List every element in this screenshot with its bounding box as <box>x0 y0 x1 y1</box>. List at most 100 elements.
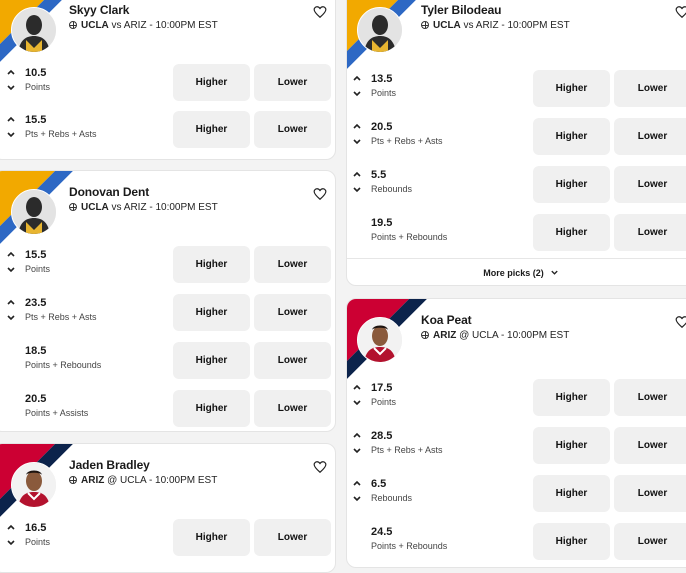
lower-button[interactable]: Lower <box>614 214 686 251</box>
player-name[interactable]: Tyler Bilodeau <box>421 3 502 17</box>
higher-button[interactable]: Higher <box>173 246 250 283</box>
lower-button[interactable]: Lower <box>254 519 331 556</box>
expand-chevron-icon[interactable] <box>352 121 362 151</box>
expand-chevron-icon[interactable] <box>6 67 16 97</box>
expand-chevron-icon[interactable] <box>352 382 362 412</box>
game-info: UCLA vs ARIZ - 10:00PM EST <box>69 202 218 213</box>
team-abbr: UCLA <box>81 20 109 31</box>
stat-type: Rebounds <box>371 184 413 194</box>
higher-button[interactable]: Higher <box>533 166 610 203</box>
player-avatar <box>11 189 57 235</box>
expand-chevron-icon[interactable] <box>6 297 16 327</box>
pick-row: 20.5 Points + Assists Higher Lower <box>0 390 335 428</box>
expand-chevron-icon[interactable] <box>352 478 362 508</box>
lower-button[interactable]: Lower <box>614 118 686 155</box>
higher-button[interactable]: Higher <box>533 427 610 464</box>
lower-button[interactable]: Lower <box>254 342 331 379</box>
lower-button[interactable]: Lower <box>254 64 331 101</box>
stat-type: Points <box>371 397 397 407</box>
lower-button[interactable]: Lower <box>254 390 331 427</box>
favorite-heart-icon[interactable] <box>313 460 327 474</box>
stat-type: Points <box>371 88 397 98</box>
line-value: 15.5 <box>25 114 47 126</box>
pick-row: 6.5 Rebounds Higher Lower <box>347 475 686 513</box>
higher-button[interactable]: Higher <box>533 70 610 107</box>
higher-button[interactable]: Higher <box>533 475 610 512</box>
line-value: 23.5 <box>25 297 47 309</box>
expand-chevron-icon[interactable] <box>6 522 16 552</box>
higher-button[interactable]: Higher <box>533 379 610 416</box>
line-value: 28.5 <box>371 430 393 442</box>
game-info: UCLA vs ARIZ - 10:00PM EST <box>69 20 218 31</box>
player-name[interactable]: Jaden Bradley <box>69 458 150 472</box>
team-abbr: UCLA <box>81 202 109 213</box>
player-name[interactable]: Koa Peat <box>421 313 472 327</box>
matchup-time: vs ARIZ - 10:00PM EST <box>460 20 570 31</box>
expand-chevron-icon[interactable] <box>352 430 362 460</box>
pick-row: 24.5 Points + Rebounds Higher Lower <box>347 523 686 561</box>
lower-button[interactable]: Lower <box>614 379 686 416</box>
pick-row: 20.5 Pts + Rebs + Asts Higher Lower <box>347 118 686 156</box>
game-info: UCLA vs ARIZ - 10:00PM EST <box>421 20 570 31</box>
pick-row: 19.5 Points + Rebounds Higher Lower <box>347 214 686 252</box>
team-abbr: UCLA <box>433 20 461 31</box>
stat-type: Points + Rebounds <box>25 360 102 370</box>
lower-button[interactable]: Lower <box>254 111 331 148</box>
stat-type: Pts + Rebs + Asts <box>25 312 97 322</box>
team-abbr: ARIZ <box>433 330 457 341</box>
line-value: 20.5 <box>25 393 47 405</box>
lower-button[interactable]: Lower <box>614 166 686 203</box>
higher-button[interactable]: Higher <box>173 64 250 101</box>
stat-type: Pts + Rebs + Asts <box>25 129 97 139</box>
player-card: Skyy Clark UCLA vs ARIZ - 10:00PM EST 10.5… <box>0 0 336 160</box>
stat-type: Points <box>25 82 51 92</box>
pick-row: 15.5 Pts + Rebs + Asts Higher Lower <box>0 111 335 149</box>
higher-button[interactable]: Higher <box>173 390 250 427</box>
favorite-heart-icon[interactable] <box>675 315 686 329</box>
line-value: 18.5 <box>25 345 47 357</box>
expand-chevron-icon[interactable] <box>352 73 362 103</box>
player-card: Tyler Bilodeau UCLA vs ARIZ - 10:00PM EST… <box>346 0 686 286</box>
higher-button[interactable]: Higher <box>173 342 250 379</box>
favorite-heart-icon[interactable] <box>313 187 327 201</box>
matchup-time: @ UCLA - 10:00PM EST <box>456 330 570 341</box>
expand-chevron-icon[interactable] <box>6 114 16 144</box>
favorite-heart-icon[interactable] <box>675 5 686 19</box>
stat-type: Pts + Rebs + Asts <box>371 445 443 455</box>
stat-type: Points + Rebounds <box>371 541 448 551</box>
higher-button[interactable]: Higher <box>173 519 250 556</box>
game-info: ARIZ @ UCLA - 10:00PM EST <box>421 330 569 341</box>
higher-button[interactable]: Higher <box>533 523 610 560</box>
player-name[interactable]: Donovan Dent <box>69 185 149 199</box>
player-card: Jaden Bradley ARIZ @ UCLA - 10:00PM EST 16… <box>0 443 336 573</box>
matchup-time: vs ARIZ - 10:00PM EST <box>108 202 218 213</box>
pick-row: 15.5 Points Higher Lower <box>0 246 335 284</box>
player-avatar <box>11 462 57 508</box>
higher-button[interactable]: Higher <box>173 111 250 148</box>
pick-row: 17.5 Points Higher Lower <box>347 379 686 417</box>
basketball-icon <box>421 21 429 29</box>
favorite-heart-icon[interactable] <box>313 5 327 19</box>
lower-button[interactable]: Lower <box>614 427 686 464</box>
line-value: 20.5 <box>371 121 393 133</box>
expand-chevron-icon[interactable] <box>6 249 16 279</box>
stat-type: Rebounds <box>371 493 413 503</box>
higher-button[interactable]: Higher <box>533 214 610 251</box>
basketball-icon <box>421 331 429 339</box>
line-value: 13.5 <box>371 73 393 85</box>
pick-row: 23.5 Pts + Rebs + Asts Higher Lower <box>0 294 335 332</box>
stat-type: Pts + Rebs + Asts <box>371 136 443 146</box>
pick-row: 10.5 Points Higher Lower <box>0 64 335 102</box>
lower-button[interactable]: Lower <box>614 475 686 512</box>
higher-button[interactable]: Higher <box>173 294 250 331</box>
lower-button[interactable]: Lower <box>614 70 686 107</box>
basketball-icon <box>69 21 77 29</box>
more-picks-button[interactable]: More picks (2) <box>347 258 686 285</box>
higher-button[interactable]: Higher <box>533 118 610 155</box>
player-name[interactable]: Skyy Clark <box>69 3 129 17</box>
lower-button[interactable]: Lower <box>614 523 686 560</box>
pick-row: 13.5 Points Higher Lower <box>347 70 686 108</box>
lower-button[interactable]: Lower <box>254 294 331 331</box>
lower-button[interactable]: Lower <box>254 246 331 283</box>
expand-chevron-icon[interactable] <box>352 169 362 199</box>
